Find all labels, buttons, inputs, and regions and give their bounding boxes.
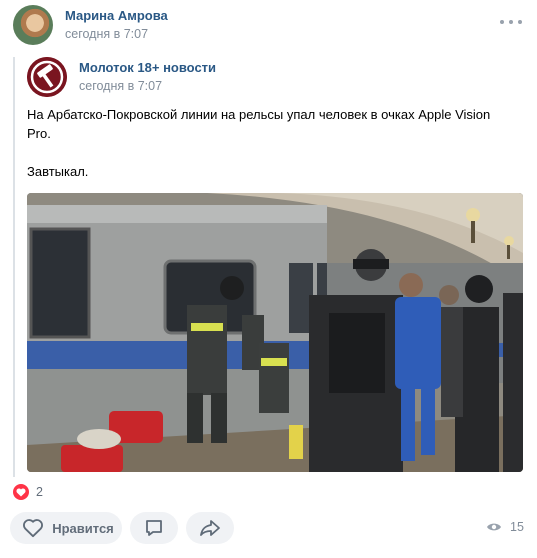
share-button[interactable]: [186, 512, 234, 544]
post-photo[interactable]: [27, 193, 523, 472]
author-name[interactable]: Марина Амрова: [65, 8, 168, 23]
likes-summary[interactable]: 2: [13, 484, 43, 500]
views-count: 15: [510, 520, 524, 534]
more-icon[interactable]: [500, 15, 522, 29]
like-button-label: Нравится: [52, 520, 114, 536]
source-name[interactable]: Молоток 18+ новости: [79, 60, 216, 75]
heart-icon: [13, 484, 29, 500]
comment-icon: [146, 520, 162, 536]
post-text-line: На Арбатско-Покровской линии на рельсы у…: [27, 107, 491, 141]
like-button[interactable]: Нравится: [10, 512, 122, 544]
post-time[interactable]: сегодня в 7:07: [65, 27, 148, 41]
post-text-line: Завтыкал.: [27, 164, 89, 179]
views-counter: 15: [486, 520, 524, 534]
hammer-logo-icon: [27, 57, 67, 97]
post-text: На Арбатско-Покровской линии на рельсы у…: [27, 105, 512, 181]
repost-divider: [13, 57, 15, 477]
likes-count: 2: [36, 485, 43, 499]
source-time[interactable]: сегодня в 7:07: [79, 79, 162, 93]
share-icon: [200, 520, 220, 536]
wall-post: Марина Амрова сегодня в 7:07 Молоток 18+…: [0, 0, 537, 558]
comment-button[interactable]: [130, 512, 178, 544]
source-avatar[interactable]: [27, 57, 67, 97]
heart-icon: [23, 519, 44, 538]
author-avatar[interactable]: [13, 5, 53, 45]
eye-icon: [487, 523, 501, 531]
metro-scene-illustration: [27, 193, 523, 472]
